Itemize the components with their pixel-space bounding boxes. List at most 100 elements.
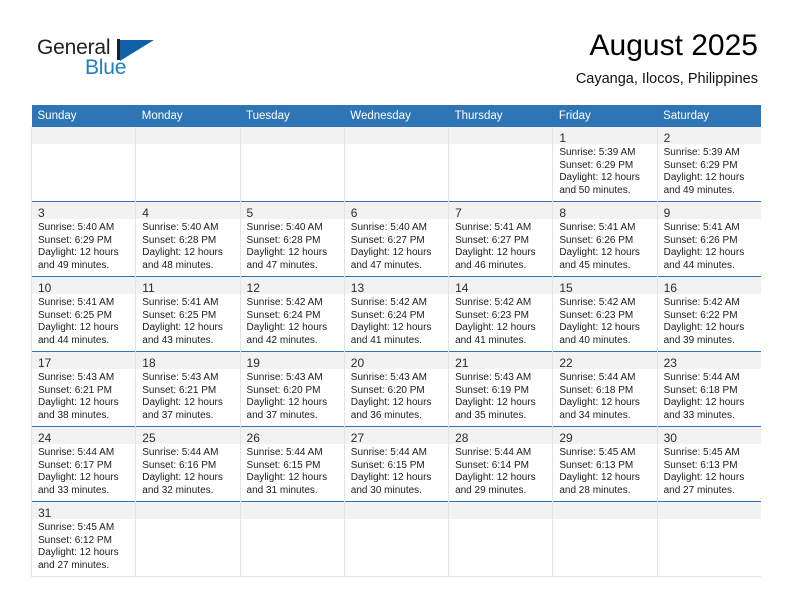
sunset-text: Sunset: 6:28 PM <box>142 234 217 246</box>
daylight-text-line2: and 27 minutes. <box>663 484 735 496</box>
calendar-day-cell[interactable]: 19 Sunrise: 5:43 AM Sunset: 6:20 PM Dayligh… <box>239 351 345 427</box>
day-details: Sunrise: 5:45 AM Sunset: 6:13 PM Daylight:… <box>658 444 761 497</box>
sunrise-text: Sunrise: 5:40 AM <box>38 222 115 233</box>
sunrise-text: Sunrise: 5:45 AM <box>663 447 740 458</box>
day-details: Sunrise: 5:40 AM Sunset: 6:28 PM Daylight:… <box>137 219 240 272</box>
day-details: Sunrise: 5:43 AM Sunset: 6:21 PM Daylight:… <box>33 369 136 422</box>
calendar-day-cell[interactable]: 15 Sunrise: 5:42 AM Sunset: 6:23 PM Dayligh… <box>552 276 658 352</box>
daylight-text-line2: and 33 minutes. <box>663 409 735 421</box>
calendar-day-cell[interactable]: 16 Sunrise: 5:42 AM Sunset: 6:22 PM Dayligh… <box>656 276 762 352</box>
calendar-day-cell[interactable]: 30 Sunrise: 5:45 AM Sunset: 6:13 PM Dayligh… <box>656 426 762 502</box>
daylight-text-line1: Daylight: 12 hours <box>142 322 223 334</box>
daylight-text-line2: and 29 minutes. <box>455 484 527 496</box>
weekday-header-friday: Friday <box>552 105 658 127</box>
calendar-day-cell[interactable]: 22 Sunrise: 5:44 AM Sunset: 6:18 PM Dayligh… <box>552 351 658 427</box>
calendar-cell-empty <box>239 501 345 577</box>
daylight-text-line1: Daylight: 12 hours <box>350 397 432 409</box>
daylight-text-line1: Daylight: 12 hours <box>38 322 119 334</box>
calendar-day-cell[interactable]: 14 Sunrise: 5:42 AM Sunset: 6:23 PM Dayligh… <box>448 276 553 352</box>
daylight-text-line1: Daylight: 12 hours <box>455 397 536 409</box>
calendar-day-cell[interactable]: 9 Sunrise: 5:41 AM Sunset: 6:26 PM Daylight… <box>656 201 762 277</box>
sunrise-text: Sunrise: 5:40 AM <box>350 222 427 233</box>
day-number: 20 <box>350 356 365 370</box>
day-details: Sunrise: 5:44 AM Sunset: 6:15 PM Daylight:… <box>241 444 344 497</box>
sunset-text: Sunset: 6:22 PM <box>663 309 738 321</box>
daylight-text-line2: and 47 minutes. <box>350 259 422 271</box>
day-details: Sunrise: 5:40 AM Sunset: 6:29 PM Daylight:… <box>33 219 136 272</box>
daylight-text-line2: and 37 minutes. <box>142 409 214 421</box>
day-details: Sunrise: 5:43 AM Sunset: 6:21 PM Daylight:… <box>137 369 240 422</box>
sunrise-text: Sunrise: 5:43 AM <box>246 372 323 383</box>
day-details: Sunrise: 5:40 AM Sunset: 6:27 PM Daylight:… <box>345 219 448 272</box>
daylight-text-line1: Daylight: 12 hours <box>350 247 432 259</box>
sunrise-text: Sunrise: 5:43 AM <box>142 372 219 383</box>
day-details: Sunrise: 5:42 AM Sunset: 6:22 PM Daylight:… <box>658 294 761 347</box>
sunrise-text: Sunrise: 5:41 AM <box>38 297 115 308</box>
daynum-band: 30 <box>658 427 762 445</box>
calendar-day-cell[interactable]: 12 Sunrise: 5:42 AM Sunset: 6:24 PM Dayligh… <box>239 276 345 352</box>
calendar-day-cell[interactable]: 20 Sunrise: 5:43 AM Sunset: 6:20 PM Dayligh… <box>343 351 449 427</box>
page-header: General Blue August 2025 Cayanga, Ilocos… <box>0 0 792 98</box>
daynum-band: 27 <box>345 427 449 445</box>
day-details: Sunrise: 5:43 AM Sunset: 6:19 PM Daylight:… <box>450 369 553 422</box>
calendar-day-cell[interactable]: 21 Sunrise: 5:43 AM Sunset: 6:19 PM Dayligh… <box>448 351 553 427</box>
day-details: Sunrise: 5:44 AM Sunset: 6:16 PM Daylight:… <box>137 444 240 497</box>
calendar-day-cell[interactable]: 1 Sunrise: 5:39 AM Sunset: 6:29 PM Daylight… <box>552 127 658 202</box>
daylight-text-line2: and 34 minutes. <box>559 409 631 421</box>
calendar-day-cell[interactable]: 6 Sunrise: 5:40 AM Sunset: 6:27 PM Daylight… <box>343 201 449 277</box>
day-number: 18 <box>142 356 156 370</box>
daylight-text-line2: and 42 minutes. <box>246 334 318 346</box>
daylight-text-line1: Daylight: 12 hours <box>350 322 432 334</box>
calendar-day-cell[interactable]: 17 Sunrise: 5:43 AM Sunset: 6:21 PM Dayligh… <box>30 351 136 427</box>
day-number: 5 <box>246 206 254 220</box>
sunset-text: Sunset: 6:12 PM <box>38 534 112 546</box>
daylight-text-line1: Daylight: 12 hours <box>38 472 119 484</box>
daynum-band: 8 <box>553 202 657 220</box>
calendar-day-cell[interactable]: 28 Sunrise: 5:44 AM Sunset: 6:14 PM Dayligh… <box>448 426 553 502</box>
daynum-band <box>449 127 553 144</box>
calendar-day-cell[interactable]: 11 Sunrise: 5:41 AM Sunset: 6:25 PM Dayligh… <box>135 276 241 352</box>
daynum-band <box>241 502 344 519</box>
calendar-day-cell[interactable]: 13 Sunrise: 5:42 AM Sunset: 6:24 PM Dayligh… <box>343 276 449 352</box>
calendar-day-cell[interactable]: 7 Sunrise: 5:41 AM Sunset: 6:27 PM Daylight… <box>448 201 553 277</box>
daylight-text-line1: Daylight: 12 hours <box>663 472 745 484</box>
calendar-day-cell[interactable]: 25 Sunrise: 5:44 AM Sunset: 6:16 PM Dayligh… <box>135 426 241 502</box>
weekday-header-wednesday: Wednesday <box>344 105 449 127</box>
daynum-band: 13 <box>345 277 449 295</box>
calendar-day-cell[interactable]: 18 Sunrise: 5:43 AM Sunset: 6:21 PM Dayligh… <box>135 351 241 427</box>
day-details: Sunrise: 5:41 AM Sunset: 6:27 PM Daylight:… <box>450 219 553 272</box>
calendar-day-cell[interactable]: 2 Sunrise: 5:39 AM Sunset: 6:29 PM Daylight… <box>656 127 762 202</box>
calendar-day-cell[interactable]: 26 Sunrise: 5:44 AM Sunset: 6:15 PM Dayligh… <box>239 426 345 502</box>
calendar-day-cell[interactable]: 27 Sunrise: 5:44 AM Sunset: 6:15 PM Dayligh… <box>343 426 449 502</box>
sunrise-text: Sunrise: 5:42 AM <box>663 297 740 308</box>
sunrise-text: Sunrise: 5:44 AM <box>38 447 115 458</box>
daynum-band: 7 <box>449 202 553 220</box>
daynum-band: 21 <box>449 352 553 370</box>
calendar-day-cell[interactable]: 23 Sunrise: 5:44 AM Sunset: 6:18 PM Dayligh… <box>656 351 762 427</box>
calendar-week-row: 31 Sunrise: 5:45 AM Sunset: 6:12 PM Dayligh… <box>30 501 762 577</box>
page-title: August 2025 <box>589 29 758 62</box>
daylight-text-line1: Daylight: 12 hours <box>142 397 223 409</box>
calendar-day-cell[interactable]: 29 Sunrise: 5:45 AM Sunset: 6:13 PM Dayligh… <box>552 426 658 502</box>
calendar-day-cell[interactable]: 4 Sunrise: 5:40 AM Sunset: 6:28 PM Daylight… <box>135 201 241 277</box>
sunrise-text: Sunrise: 5:44 AM <box>350 447 427 458</box>
day-number: 26 <box>246 431 260 445</box>
general-blue-logo[interactable]: General Blue <box>37 36 237 86</box>
sunrise-text: Sunrise: 5:45 AM <box>559 447 636 458</box>
daylight-text-line2: and 40 minutes. <box>559 334 631 346</box>
calendar-day-cell[interactable]: 8 Sunrise: 5:41 AM Sunset: 6:26 PM Daylight… <box>552 201 658 277</box>
daynum-band: 23 <box>658 352 762 370</box>
daynum-band <box>32 127 136 144</box>
day-details: Sunrise: 5:44 AM Sunset: 6:15 PM Daylight:… <box>345 444 448 497</box>
calendar-day-cell[interactable]: 24 Sunrise: 5:44 AM Sunset: 6:17 PM Dayligh… <box>30 426 136 502</box>
daylight-text-line1: Daylight: 12 hours <box>559 472 640 484</box>
logo-text-blue: Blue <box>85 56 127 79</box>
calendar-day-cell[interactable]: 10 Sunrise: 5:41 AM Sunset: 6:25 PM Dayligh… <box>30 276 136 352</box>
daylight-text-line1: Daylight: 12 hours <box>246 472 328 484</box>
sunset-text: Sunset: 6:27 PM <box>455 234 529 246</box>
calendar-day-cell[interactable]: 3 Sunrise: 5:40 AM Sunset: 6:29 PM Daylight… <box>30 201 136 277</box>
calendar-day-cell[interactable]: 31 Sunrise: 5:45 AM Sunset: 6:12 PM Dayligh… <box>30 501 136 577</box>
calendar-day-cell[interactable]: 5 Sunrise: 5:40 AM Sunset: 6:28 PM Daylight… <box>239 201 345 277</box>
weekday-header-sunday: Sunday <box>31 105 136 127</box>
daynum-band: 3 <box>32 202 136 220</box>
